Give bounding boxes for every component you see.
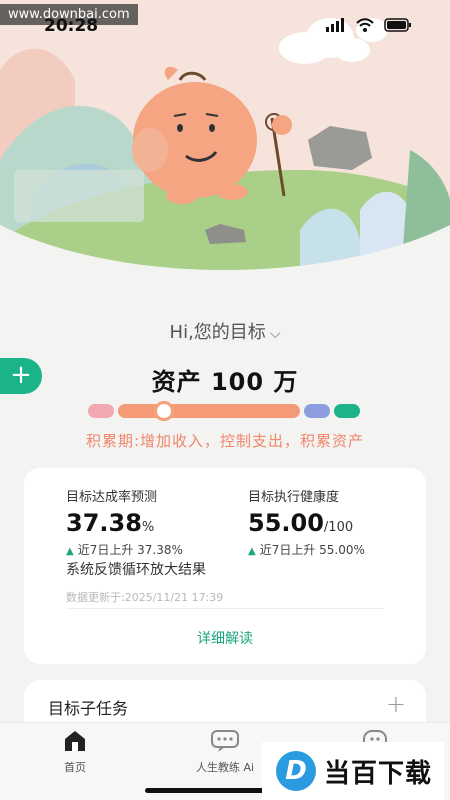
- progress-knob[interactable]: [154, 401, 175, 421]
- metric-trend: ▲ 近7日上升 37.38%: [66, 541, 183, 558]
- goal-title: 资产 100 万: [151, 368, 299, 396]
- metric-value: 55.00/100: [248, 509, 365, 537]
- updated-timestamp: 数据更新于:2025/11/21 17:39: [66, 591, 224, 604]
- metric-label: 目标达成率预测: [66, 490, 158, 505]
- hero-illustration: [0, 0, 450, 290]
- metric-health: 目标执行健康度 55.00/100 ▲ 近7日上升 55.00%: [248, 486, 365, 558]
- wifi-icon: [356, 18, 374, 32]
- subtasks-title: 目标子任务: [48, 699, 129, 718]
- tab-ai-coach[interactable]: 人生教练 Ai: [180, 729, 270, 775]
- chevron-down-icon: ⌵: [269, 326, 281, 342]
- progress-segment-2: [118, 404, 300, 418]
- tab-label: 首页: [64, 761, 86, 774]
- trend-text: 近7日上升 55.00%: [259, 543, 365, 557]
- metric-label: 目标执行健康度: [248, 490, 340, 505]
- brand-watermark: D 当百下载: [262, 742, 444, 800]
- metric-achievement: 目标达成率预测 37.38% ▲ 近7日上升 37.38%: [66, 486, 183, 558]
- status-time: 20:28: [44, 16, 99, 36]
- metric-unit: /100: [323, 520, 354, 535]
- blurred-region: [14, 170, 144, 222]
- chat-bubble-icon: [211, 730, 239, 752]
- brand-logo-icon: D: [276, 751, 316, 791]
- metric-number: 55.00: [248, 509, 324, 537]
- up-triangle-icon: ▲: [66, 546, 74, 557]
- signal-icon: [326, 18, 344, 32]
- home-icon: [65, 731, 85, 751]
- metric-trend: ▲ 近7日上升 55.00%: [248, 541, 365, 558]
- trend-text: 近7日上升 37.38%: [77, 543, 183, 557]
- progress-segment-4: [334, 404, 360, 418]
- divider: [66, 608, 384, 609]
- feedback-summary: 系统反馈循环放大结果: [66, 562, 206, 578]
- add-subtask-icon[interactable]: +: [386, 690, 406, 718]
- battery-icon: [384, 18, 411, 32]
- progress-segment-3: [304, 404, 330, 418]
- up-triangle-icon: ▲: [248, 546, 256, 557]
- phase-description: 积累期:增加收入，控制支出，积累资产: [85, 432, 365, 450]
- detail-link[interactable]: 详细解读: [24, 628, 426, 648]
- metrics-card: 目标达成率预测 37.38% ▲ 近7日上升 37.38% 目标执行健康度 55.…: [24, 468, 426, 664]
- metric-number: 37.38: [66, 509, 142, 537]
- peach-hiking-illustration: [0, 0, 450, 290]
- goal-selector[interactable]: Hi,您的目标 ⌵: [0, 318, 450, 344]
- metric-value: 37.38%: [66, 509, 183, 537]
- status-icons: [326, 18, 412, 32]
- progress-segment-1: [88, 404, 114, 418]
- tab-home[interactable]: 首页: [30, 729, 120, 775]
- goal-greeting: Hi,您的目标: [169, 322, 266, 343]
- metric-unit: %: [141, 520, 155, 535]
- tab-label: 人生教练 Ai: [195, 761, 255, 774]
- brand-text: 当百下载: [324, 758, 433, 789]
